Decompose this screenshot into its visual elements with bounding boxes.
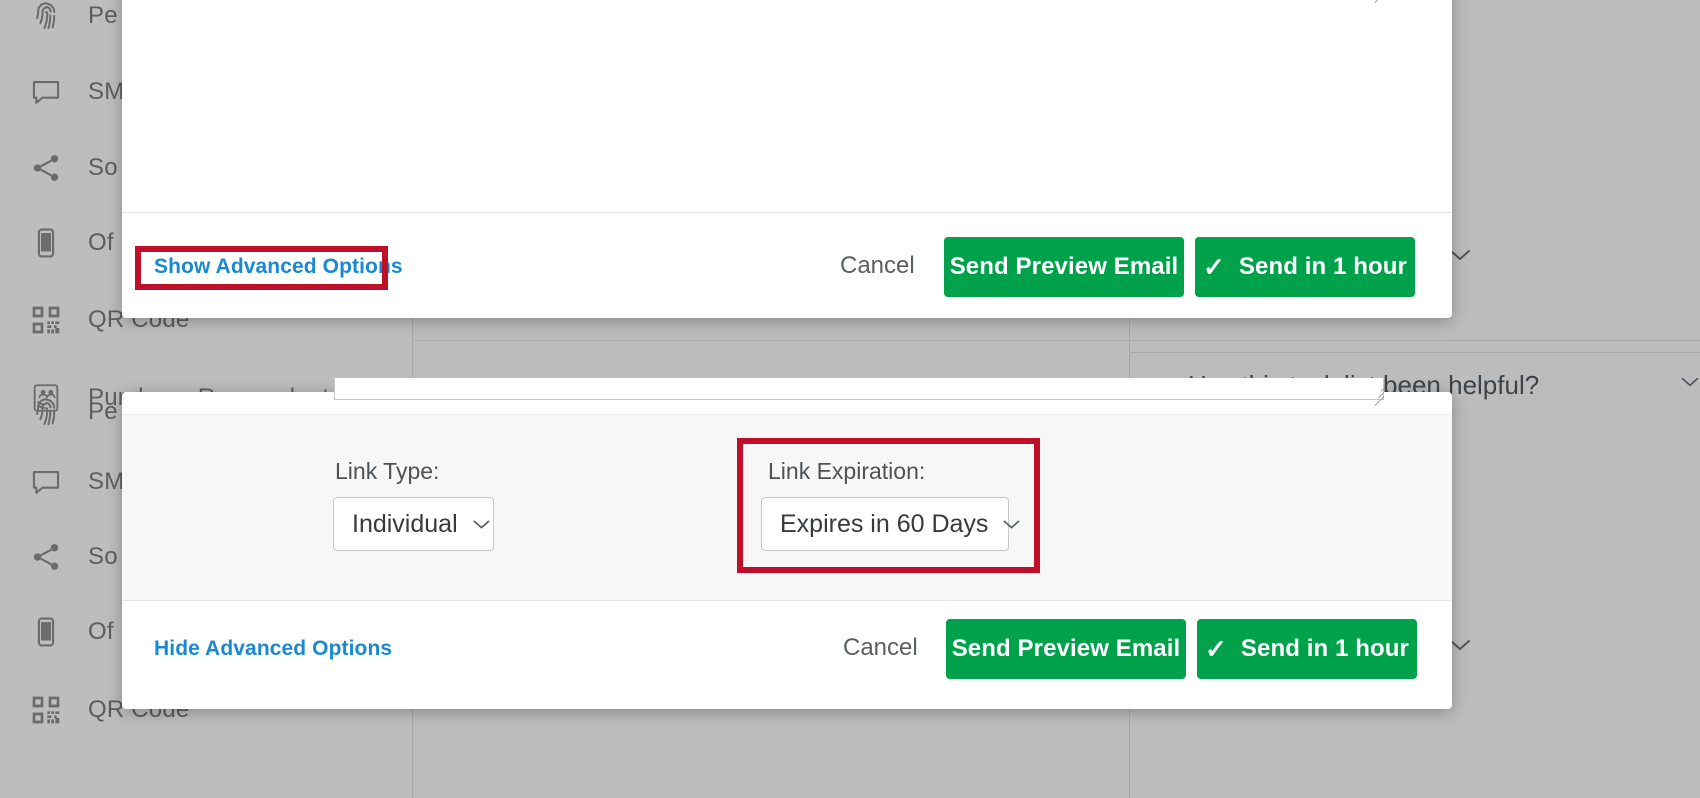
send-in-1-hour-label: Send in 1 hour [1239, 253, 1407, 281]
sidebar-item-label: Of [88, 618, 114, 646]
sms-bubble-icon [26, 462, 66, 502]
sidebar-item-personal-links[interactable]: Pe [26, 0, 118, 36]
send-in-1-hour-button[interactable]: ✓ Send in 1 hour [1195, 237, 1415, 297]
link-expiration-label: Link Expiration: [768, 458, 925, 485]
sidebar-item-offline-app[interactable]: Of [26, 223, 114, 263]
cancel-button[interactable]: Cancel [840, 252, 915, 280]
send-email-dialog-expanded: Link Type: Individual Link Expiration: E… [122, 392, 1452, 709]
mobile-device-icon [26, 223, 66, 263]
sidebar-item-offline-app-2[interactable]: Of [26, 612, 114, 652]
fingerprint-icon [26, 0, 66, 36]
fingerprint-icon [26, 392, 66, 432]
link-type-value: Individual [352, 510, 458, 539]
sidebar-item-sms[interactable]: SM [26, 72, 124, 112]
link-type-label: Link Type: [335, 458, 439, 485]
sidebar-item-social-2[interactable]: So [26, 537, 118, 577]
mobile-device-icon [26, 612, 66, 652]
sidebar-item-label: SM [88, 468, 124, 496]
send-in-1-hour-label: Send in 1 hour [1241, 635, 1409, 663]
send-preview-email-button[interactable]: Send Preview Email [944, 237, 1184, 297]
qr-code-icon [26, 300, 66, 340]
check-icon: ✓ [1205, 636, 1227, 662]
show-advanced-options-link[interactable]: Show Advanced Options [154, 255, 403, 279]
sidebar-item-social[interactable]: So [26, 148, 118, 188]
sms-bubble-icon [26, 72, 66, 112]
opt-out-message-textarea-bottom-edge[interactable] [334, 378, 1384, 400]
link-expiration-value: Expires in 60 Days [780, 510, 988, 539]
send-email-dialog-collapsed: Show Advanced Options Cancel Send Previe… [122, 0, 1452, 318]
link-type-select[interactable]: Individual [333, 497, 494, 551]
link-expiration-select[interactable]: Expires in 60 Days [761, 497, 1009, 551]
sidebar-item-personal-links-2[interactable]: Pe [26, 392, 118, 432]
advanced-options-panel: Link Type: Individual Link Expiration: E… [122, 414, 1452, 601]
sidebar-item-label: Of [88, 229, 114, 257]
sidebar-item-label: So [88, 543, 118, 571]
sidebar-item-label: So [88, 154, 118, 182]
chevron-down-icon[interactable] [1680, 375, 1700, 393]
chevron-down-icon [1002, 515, 1021, 533]
sidebar-item-label: SM [88, 78, 124, 106]
send-in-1-hour-button-bottom[interactable]: ✓ Send in 1 hour [1197, 619, 1417, 679]
send-preview-email-button-bottom[interactable]: Send Preview Email [946, 619, 1186, 679]
dialog-footer-divider [122, 212, 1452, 213]
check-icon: ✓ [1203, 254, 1225, 280]
sidebar-item-sms-2[interactable]: SM [26, 462, 124, 502]
qr-code-icon [26, 690, 66, 730]
sidebar-item-label: Pe [88, 2, 118, 30]
sidebar-item-label: Pe [88, 398, 118, 426]
hide-advanced-options-link[interactable]: Hide Advanced Options [154, 637, 392, 661]
cancel-button-bottom[interactable]: Cancel [843, 634, 918, 662]
screenshot-root: Pe SM [0, 0, 1700, 798]
chevron-down-icon [472, 515, 491, 533]
share-network-icon [26, 148, 66, 188]
share-network-icon [26, 537, 66, 577]
